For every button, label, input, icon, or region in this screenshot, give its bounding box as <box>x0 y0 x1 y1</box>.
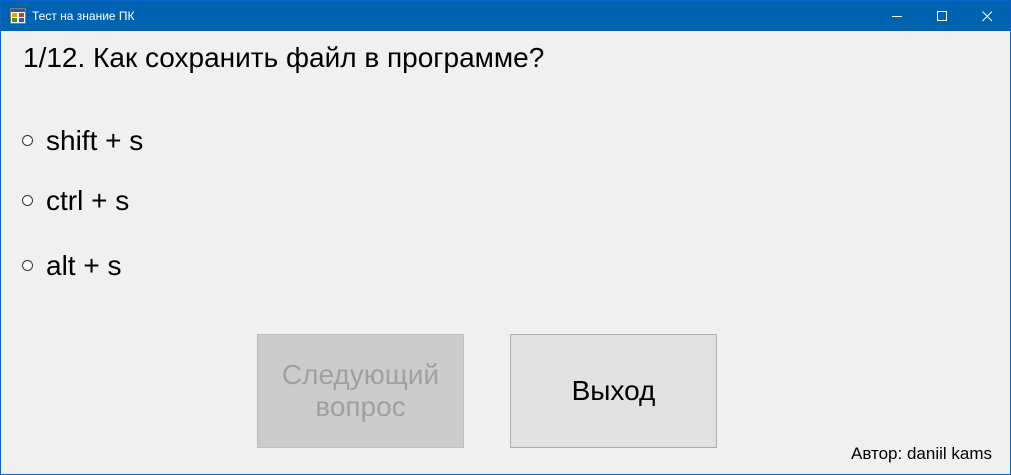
next-question-button[interactable]: Следующий вопрос <box>257 334 464 448</box>
maximize-button[interactable] <box>920 1 965 31</box>
app-icon <box>10 8 26 24</box>
app-window: Тест на знание ПК 1/12. Как сохранить фа… <box>0 0 1011 475</box>
author-label: Автор: daniil kams <box>851 444 992 463</box>
window-title: Тест на знание ПК <box>32 9 135 23</box>
option-label[interactable]: alt + s <box>46 250 121 282</box>
title-bar[interactable]: Тест на знание ПК <box>1 1 1010 31</box>
close-button[interactable] <box>965 1 1010 31</box>
radio-button[interactable] <box>22 135 33 146</box>
maximize-icon <box>937 11 947 21</box>
exit-button[interactable]: Выход <box>510 334 717 448</box>
option-label[interactable]: shift + s <box>46 125 143 157</box>
minimize-button[interactable] <box>875 1 920 31</box>
minimize-icon <box>892 16 902 17</box>
close-icon <box>982 11 993 22</box>
radio-button[interactable] <box>22 195 33 206</box>
option-label[interactable]: ctrl + s <box>46 185 129 217</box>
question-text: 1/12. Как сохранить файл в программе? <box>23 42 545 73</box>
radio-button[interactable] <box>22 260 33 271</box>
